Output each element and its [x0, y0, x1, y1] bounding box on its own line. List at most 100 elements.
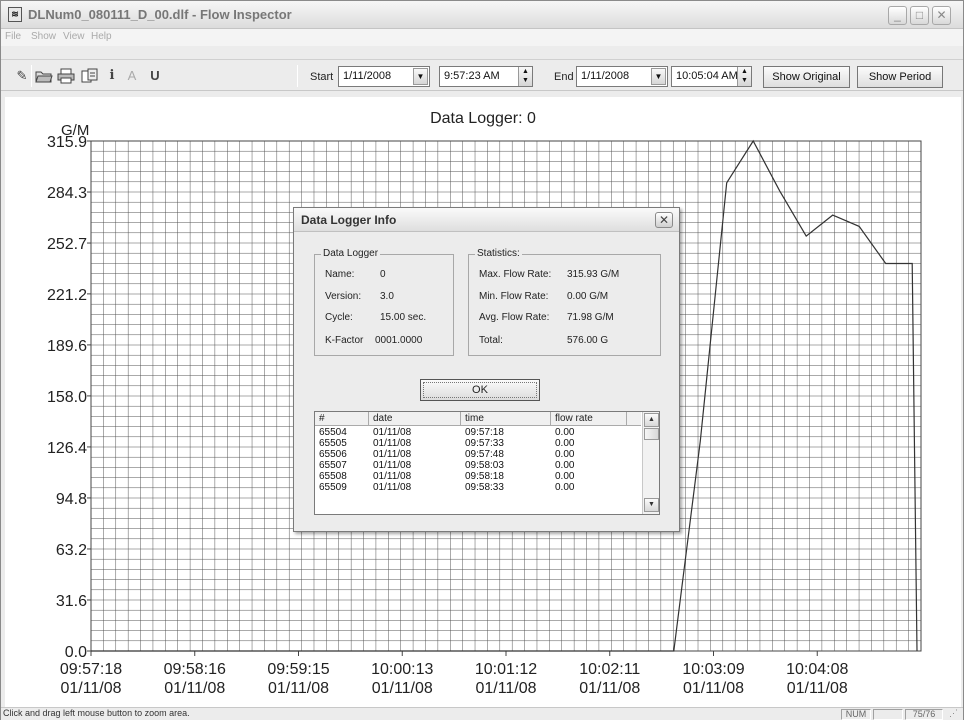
- print-icon[interactable]: [57, 68, 75, 84]
- table-row[interactable]: 65509 01/11/08 09:58:33 0.00: [315, 482, 641, 493]
- pen-icon[interactable]: ✎: [13, 68, 31, 84]
- dialog-title-bar[interactable]: Data Logger Info ✕: [294, 208, 679, 232]
- end-label: End: [554, 71, 574, 83]
- max-flow-label: Max. Flow Rate:: [479, 269, 552, 280]
- toolbar-separator: [297, 65, 298, 87]
- start-date-value: 1/11/2008: [343, 70, 392, 82]
- spinner-arrows-icon[interactable]: ▲ ▼: [518, 67, 532, 86]
- y-tick-label: 94.8: [56, 491, 87, 508]
- y-tick-label: 126.4: [47, 440, 87, 457]
- close-icon[interactable]: ✕: [655, 212, 673, 228]
- resize-grip-icon[interactable]: ⋰: [949, 708, 958, 719]
- total-label: Total:: [479, 335, 503, 346]
- table-row[interactable]: 65508 01/11/08 09:58:18 0.00: [315, 471, 641, 482]
- table-row[interactable]: 65504 01/11/08 09:57:18 0.00: [315, 427, 641, 438]
- menu-view[interactable]: View: [63, 31, 85, 42]
- cycle-value: 15.00 sec.: [380, 312, 427, 323]
- x-tick-time-label: 10:03:09: [682, 661, 744, 678]
- status-bar: Click and drag left mouse button to zoom…: [1, 707, 963, 720]
- table-scrollbar[interactable]: ▲ ▼: [642, 412, 659, 514]
- x-tick-time-label: 10:00:13: [371, 661, 433, 678]
- row-time: 09:58:03: [465, 460, 504, 471]
- row-flow-rate: 0.00: [555, 482, 575, 493]
- toolbar: ✎ i A U Start 1/11/2008 ▼ 9:57:23 AM ▲ ▼ …: [1, 59, 963, 91]
- title-bar[interactable]: ≋ DLNum0_080111_D_00.dlf - Flow Inspecto…: [1, 1, 963, 29]
- row-number: 65509: [319, 482, 347, 493]
- num-lock-indicator: NUM: [841, 709, 871, 720]
- menu-file[interactable]: File: [5, 31, 21, 42]
- y-tick-label: 252.7: [47, 236, 87, 253]
- cycle-label: Cycle:: [325, 312, 353, 323]
- column-header-time[interactable]: time: [461, 412, 551, 426]
- version-label: Version:: [325, 291, 362, 302]
- end-time-value: 10:05:04 AM: [676, 70, 738, 82]
- underline-icon[interactable]: U: [146, 68, 164, 84]
- row-date: 01/11/08: [373, 482, 412, 493]
- data-logger-info-dialog: Data Logger Info ✕ Data Logger Name: 0 V…: [293, 207, 680, 532]
- table-row[interactable]: 65506 01/11/08 09:57:48 0.00: [315, 449, 641, 460]
- row-time: 09:57:18: [465, 427, 504, 438]
- ok-button[interactable]: OK: [420, 379, 540, 401]
- font-icon[interactable]: A: [123, 68, 141, 84]
- info-icon[interactable]: i: [103, 68, 121, 84]
- row-flow-rate: 0.00: [555, 460, 575, 471]
- column-header-date[interactable]: date: [369, 412, 461, 426]
- chevron-down-icon[interactable]: ▼: [651, 68, 666, 85]
- scrollbar-thumb[interactable]: [644, 428, 659, 440]
- start-time-spinner[interactable]: 9:57:23 AM ▲ ▼: [439, 66, 533, 87]
- end-date-select[interactable]: 1/11/2008 ▼: [576, 66, 668, 87]
- statistics-group-legend: Statistics:: [475, 248, 522, 259]
- row-flow-rate: 0.00: [555, 427, 575, 438]
- spinner-arrows-icon[interactable]: ▲ ▼: [737, 67, 751, 86]
- chart-title: Data Logger: 0: [430, 110, 536, 127]
- column-header-number[interactable]: #: [315, 412, 369, 426]
- x-tick-date-label: 01/11/08: [268, 680, 329, 697]
- x-tick-date-label: 01/11/08: [475, 680, 536, 697]
- scroll-down-icon[interactable]: ▼: [644, 498, 659, 512]
- end-time-spinner[interactable]: 10:05:04 AM ▲ ▼: [671, 66, 752, 87]
- x-tick-time-label: 10:02:11: [579, 661, 640, 678]
- x-tick-date-label: 01/11/08: [164, 680, 225, 697]
- maximize-icon[interactable]: □: [910, 6, 929, 25]
- table-row[interactable]: 65507 01/11/08 09:58:03 0.00: [315, 460, 641, 471]
- window-title: DLNum0_080111_D_00.dlf - Flow Inspector: [28, 7, 292, 22]
- k-factor-value: 0001.0000: [375, 335, 423, 346]
- row-flow-rate: 0.00: [555, 438, 575, 449]
- row-flow-rate: 0.00: [555, 471, 575, 482]
- open-folder-icon[interactable]: [35, 68, 53, 84]
- dialog-title: Data Logger Info: [301, 213, 397, 227]
- minimize-icon[interactable]: _: [888, 6, 907, 25]
- show-period-button[interactable]: Show Period: [857, 66, 943, 88]
- data-logger-group-legend: Data Logger: [321, 248, 381, 259]
- y-tick-label: 158.0: [47, 389, 87, 406]
- chevron-down-icon[interactable]: ▼: [413, 68, 428, 85]
- row-number: 65505: [319, 438, 347, 449]
- readings-table[interactable]: # date time flow rate 65504 01/11/08 09:57…: [314, 411, 660, 515]
- menu-bar: File Show View Help: [1, 29, 963, 46]
- name-label: Name:: [325, 269, 355, 280]
- row-date: 01/11/08: [373, 460, 412, 471]
- row-date: 01/11/08: [373, 471, 412, 482]
- scroll-up-icon[interactable]: ▲: [644, 413, 659, 427]
- end-date-value: 1/11/2008: [581, 70, 630, 82]
- y-tick-label: 315.9: [47, 134, 87, 151]
- version-value: 3.0: [380, 291, 394, 302]
- flow-inspector-app-icon[interactable]: ≋: [8, 7, 22, 22]
- row-number: 65508: [319, 471, 347, 482]
- row-date: 01/11/08: [373, 438, 412, 449]
- show-original-button[interactable]: Show Original: [763, 66, 850, 88]
- status-empty-panel: [873, 709, 903, 720]
- start-date-select[interactable]: 1/11/2008 ▼: [338, 66, 430, 87]
- start-label: Start: [310, 71, 334, 83]
- menu-show[interactable]: Show: [31, 31, 56, 42]
- table-row[interactable]: 65505 01/11/08 09:57:33 0.00: [315, 438, 641, 449]
- close-icon[interactable]: ✕: [932, 6, 951, 25]
- menu-help[interactable]: Help: [91, 31, 112, 42]
- row-time: 09:57:48: [465, 449, 504, 460]
- export-icon[interactable]: [80, 68, 98, 84]
- status-hint: Click and drag left mouse button to zoom…: [3, 708, 190, 718]
- row-date: 01/11/08: [373, 427, 412, 438]
- x-tick-date-label: 01/11/08: [787, 680, 848, 697]
- x-tick-time-label: 09:57:18: [60, 661, 122, 678]
- column-header-flow-rate[interactable]: flow rate: [551, 412, 627, 426]
